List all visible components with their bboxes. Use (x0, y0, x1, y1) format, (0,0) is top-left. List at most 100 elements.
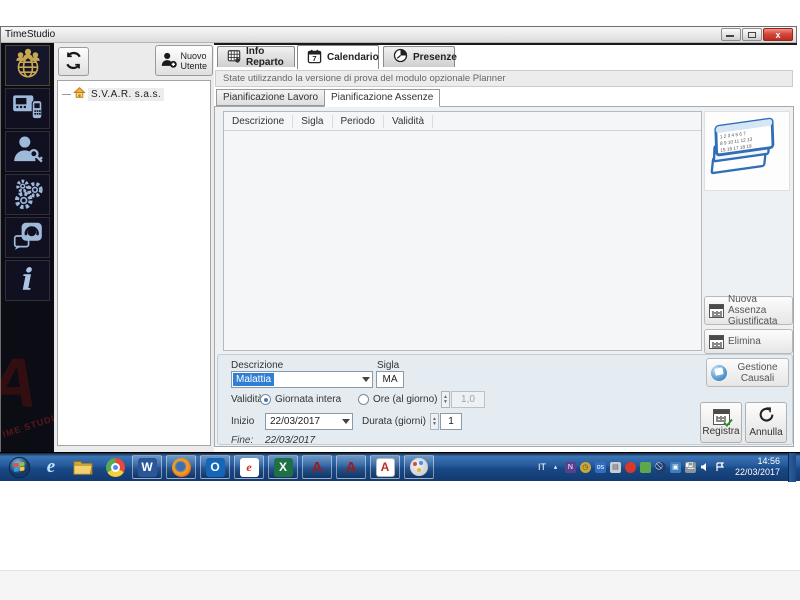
minimize-button[interactable] (721, 28, 741, 41)
clock-time: 14:56 (757, 456, 780, 466)
tab-label: Calendario (327, 52, 379, 63)
list-header: Descrizione Sigla Periodo Validità (224, 112, 701, 131)
durata-value: 1 (440, 413, 462, 430)
tray-green-app-icon[interactable] (639, 461, 651, 473)
sidebar-item-anagrafiche[interactable] (5, 45, 50, 86)
chrome-icon[interactable] (102, 455, 128, 479)
fine-label: Fine: (231, 435, 254, 446)
new-absence-button[interactable]: Nuova Assenza Giustificata (704, 294, 793, 327)
tray-os-icon[interactable]: os (594, 461, 606, 473)
svg-text:7: 7 (312, 54, 316, 63)
subtab-pianificazione-assenze[interactable]: Pianificazione Assenze (324, 89, 441, 107)
main-area: Info Reparto 7 Calendario Presenze State… (214, 43, 797, 452)
sigla-field[interactable]: MA (376, 371, 404, 388)
tray-nvidia-icon[interactable]: N (564, 461, 576, 473)
sidebar-item-info[interactable]: i (5, 260, 50, 301)
home-icon (73, 86, 86, 102)
cancel-button[interactable]: Annulla (745, 402, 787, 443)
sidebar-item-terminali[interactable] (5, 88, 50, 129)
tree-item-root[interactable]: S.V.A.R. s.a.s. (62, 86, 210, 102)
hours-stepper[interactable]: ▲ ▼ 1,0 (441, 391, 485, 408)
window-titlebar[interactable]: TimeStudio x (1, 27, 796, 43)
tray-clock-icon[interactable]: ◷ (579, 461, 591, 473)
clock-date: 22/03/2017 (734, 467, 780, 477)
stepper-arrows-icon[interactable]: ▲ ▼ (441, 391, 450, 408)
sidebar-item-supporto[interactable] (5, 217, 50, 258)
page-footer-strip (0, 570, 800, 600)
system-tray: IT ▴ N ◷ os ▤ ⃠ ▣ 🖳 14:56 22/03/2017 (538, 452, 800, 482)
show-desktop-button[interactable] (788, 452, 796, 482)
stepper-arrows-icon[interactable]: ▲ ▼ (430, 413, 439, 430)
causali-icon (711, 364, 727, 381)
close-button[interactable]: x (763, 28, 793, 41)
firefox-icon[interactable] (166, 455, 196, 479)
sidebar-item-utenti[interactable] (5, 131, 50, 172)
inizio-label: Inizio (231, 416, 255, 427)
radio-giornata-label: Giornata intera (275, 394, 342, 405)
user-key-icon (11, 133, 45, 170)
refresh-button[interactable] (58, 47, 89, 76)
user-plus-icon (160, 51, 178, 71)
info-icon: i (21, 262, 34, 298)
word-icon[interactable]: W (132, 455, 162, 479)
access-app-icon[interactable]: A (302, 455, 332, 479)
col-sigla[interactable]: Sigla (293, 114, 333, 128)
tray-display-icon[interactable]: 🖳 (684, 461, 696, 473)
delete-button[interactable]: Elimina (704, 329, 793, 354)
descrizione-combobox[interactable]: Malattia (231, 371, 373, 388)
tray-network-app-icon[interactable]: ▣ (669, 461, 681, 473)
taskbar-clock[interactable]: 14:56 22/03/2017 (735, 456, 780, 478)
radio-giornata-intera[interactable] (260, 394, 271, 405)
start-button[interactable] (6, 455, 32, 479)
company-tree[interactable]: S.V.A.R. s.a.s. (57, 80, 211, 446)
validita-label: Validità (231, 394, 264, 405)
register-button[interactable]: Registra (700, 402, 742, 443)
language-indicator[interactable]: IT (538, 462, 546, 472)
tab-info-reparto[interactable]: Info Reparto (217, 46, 295, 68)
tray-printer-icon[interactable]: ▤ (609, 461, 621, 473)
col-descrizione[interactable]: Descrizione (224, 114, 294, 128)
app-window: TimeStudio x i TIME STUDIO Nuovo Utente … (0, 26, 797, 452)
volume-icon[interactable] (700, 462, 711, 473)
calendar-remove-icon (709, 334, 724, 349)
terminals-icon (11, 90, 45, 127)
subtab-pianificazione-lavoro[interactable]: Pianificazione Lavoro (216, 89, 326, 106)
emclient-icon[interactable]: e (234, 455, 264, 479)
support-chat-icon (11, 219, 45, 256)
chevron-down-icon (362, 377, 370, 382)
window-title: TimeStudio (5, 29, 56, 40)
tray-antivirus-icon[interactable] (624, 461, 636, 473)
trial-message: State utilizzando la versione di prova d… (215, 70, 793, 87)
access-app-icon[interactable]: A (336, 455, 366, 479)
boxed-a-app-icon[interactable]: A (370, 455, 400, 479)
internet-explorer-icon[interactable]: e (38, 455, 64, 479)
col-validita[interactable]: Validità (384, 114, 434, 128)
radio-ore-giorno[interactable] (358, 394, 369, 405)
inizio-datepicker[interactable]: 22/03/2017 (265, 413, 353, 430)
action-center-flag-icon[interactable] (715, 462, 726, 473)
durata-stepper[interactable]: ▲ ▼ 1 (430, 413, 462, 430)
manage-causes-button[interactable]: Gestione Causali (706, 358, 789, 387)
taskbar: e W O e X A A A IT ▴ N ◷ os ▤ ▣ 🖳 14:56 … (0, 452, 800, 482)
chevron-down-icon (342, 419, 350, 424)
tray-notification-icon[interactable]: ▴ (550, 462, 561, 473)
tray-blocked-icon[interactable]: ⃠ (654, 461, 666, 473)
tab-calendario[interactable]: 7 Calendario (297, 45, 379, 69)
outlook-icon[interactable]: O (200, 455, 230, 479)
new-user-label: Nuovo Utente (180, 50, 208, 71)
calendar-illustration: 1 2 3 4 5 6 7 8 9 10 11 12 13 15 16 17 1… (704, 111, 790, 191)
tab-presenze[interactable]: Presenze (383, 46, 457, 67)
paint-icon[interactable] (404, 455, 434, 479)
file-explorer-icon[interactable] (70, 455, 96, 479)
assenze-page: Descrizione Sigla Periodo Validità 1 2 3… (214, 106, 794, 447)
col-periodo[interactable]: Periodo (333, 114, 384, 128)
radio-ore-label: Ore (al giorno) (373, 394, 438, 405)
sidebar-item-impostazioni[interactable] (5, 174, 50, 215)
building-icon (227, 49, 241, 66)
new-user-button[interactable]: Nuovo Utente (155, 45, 213, 76)
excel-icon[interactable]: X (268, 455, 298, 479)
refresh-icon (64, 51, 83, 73)
maximize-button[interactable] (742, 28, 762, 41)
fine-value: 22/03/2017 (265, 435, 316, 446)
absences-list[interactable]: Descrizione Sigla Periodo Validità (223, 111, 702, 351)
